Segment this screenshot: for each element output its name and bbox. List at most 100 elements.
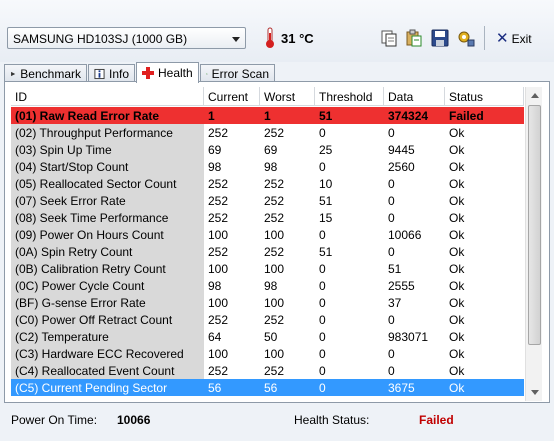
table-row[interactable]: (0C) Power Cycle Count 98 98 0 2555 Ok bbox=[11, 277, 524, 294]
copy-button[interactable] bbox=[379, 28, 399, 48]
header-id[interactable]: ID bbox=[11, 87, 204, 106]
temperature-value: 31 °C bbox=[281, 31, 314, 46]
table-row[interactable]: (C4) Reallocated Event Count 252 252 0 0 Ok bbox=[11, 362, 524, 379]
cell-worst: 252 bbox=[264, 194, 285, 208]
table-row[interactable]: (C3) Hardware ECC Recovered 100 100 0 0 Ok bbox=[11, 345, 524, 362]
cell-worst: 100 bbox=[264, 262, 285, 276]
tab-benchmark[interactable]: Benchmark bbox=[4, 64, 87, 82]
cell-data: 9445 bbox=[388, 143, 415, 157]
cell-threshold: 0 bbox=[319, 296, 326, 310]
cell-current: 98 bbox=[208, 160, 222, 174]
cell-id: (BF) G-sense Error Rate bbox=[11, 294, 204, 311]
header-data[interactable]: Data bbox=[384, 87, 445, 106]
cell-current: 98 bbox=[208, 279, 222, 293]
cell-data: 0 bbox=[388, 211, 395, 225]
cell-id: (C0) Power Off Retract Count bbox=[11, 311, 204, 328]
table-row[interactable]: (C5) Current Pending Sector 56 56 0 3675 Ok bbox=[11, 379, 524, 396]
cell-status: Ok bbox=[449, 330, 465, 344]
tab-error-scan[interactable]: Error Scan bbox=[200, 64, 275, 82]
cell-worst: 56 bbox=[260, 379, 315, 396]
cell-data: 0 bbox=[388, 347, 395, 361]
table-row[interactable]: (07) Seek Error Rate 252 252 51 0 Ok bbox=[11, 192, 524, 209]
table-row[interactable]: (09) Power On Hours Count 100 100 0 10066 Ok bbox=[11, 226, 524, 243]
cell-worst: 100 bbox=[264, 296, 285, 310]
cell-threshold: 51 bbox=[319, 245, 333, 259]
cell-data: 2555 bbox=[388, 279, 415, 293]
table-row[interactable]: (0A) Spin Retry Count 252 252 51 0 Ok bbox=[11, 243, 524, 260]
table-row[interactable]: (BF) G-sense Error Rate 100 100 0 37 Ok bbox=[11, 294, 524, 311]
cell-data: 2560 bbox=[388, 160, 415, 174]
scroll-up-button[interactable] bbox=[526, 87, 543, 104]
cell-id: (C4) Reallocated Event Count bbox=[11, 362, 204, 379]
copy-icon bbox=[381, 30, 397, 47]
tab-info[interactable]: Info bbox=[88, 64, 135, 82]
cell-status: Ok bbox=[449, 364, 465, 378]
cell-worst: 98 bbox=[264, 160, 278, 174]
cell-status: Ok bbox=[449, 262, 465, 276]
cell-id: (0A) Spin Retry Count bbox=[11, 243, 204, 260]
cell-status: Ok bbox=[449, 194, 465, 208]
cell-current: 100 bbox=[208, 296, 229, 310]
cell-status: Ok bbox=[449, 211, 465, 225]
drive-select[interactable]: SAMSUNG HD103SJ (1000 GB) bbox=[7, 27, 246, 49]
cell-current: 56 bbox=[204, 379, 260, 396]
tab-error-scan-label: Error Scan bbox=[211, 66, 269, 81]
cell-id: (C5) Current Pending Sector bbox=[11, 379, 204, 396]
cell-current: 252 bbox=[208, 194, 229, 208]
header-threshold[interactable]: Threshold bbox=[315, 87, 384, 106]
table-row[interactable]: (05) Reallocated Sector Count 252 252 10 0 Ok bbox=[11, 175, 524, 192]
cell-threshold: 0 bbox=[319, 279, 326, 293]
cell-worst: 252 bbox=[264, 211, 285, 225]
scroll-down-button[interactable] bbox=[526, 384, 543, 401]
cell-data: 3675 bbox=[384, 379, 445, 396]
table-row[interactable]: (C2) Temperature 64 50 0 983071 Ok bbox=[11, 328, 524, 345]
info-icon bbox=[94, 68, 105, 79]
scroll-thumb[interactable] bbox=[528, 105, 541, 345]
cell-threshold: 0 bbox=[319, 347, 326, 361]
cell-status: Ok bbox=[449, 279, 465, 293]
cell-data: 10066 bbox=[388, 228, 422, 242]
cell-worst: 69 bbox=[264, 143, 278, 157]
smart-table[interactable]: ID Current Worst Threshold Data Status (… bbox=[11, 87, 524, 401]
table-header: ID Current Worst Threshold Data Status bbox=[11, 87, 524, 106]
status-bar: Power On Time: 10066 Health Status: Fail… bbox=[0, 403, 554, 441]
table-row[interactable]: (01) Raw Read Error Rate 1 1 51 374324 Failed bbox=[11, 107, 524, 124]
table-row[interactable]: (C0) Power Off Retract Count 252 252 0 0 Ok bbox=[11, 311, 524, 328]
chevron-down-icon bbox=[232, 37, 240, 42]
vertical-scrollbar[interactable] bbox=[525, 87, 542, 401]
power-on-value: 10066 bbox=[117, 413, 151, 427]
arrow-down-icon bbox=[530, 390, 539, 395]
cell-id: (02) Throughput Performance bbox=[11, 124, 204, 141]
header-current[interactable]: Current bbox=[204, 87, 260, 106]
table-row[interactable]: (04) Start/Stop Count 98 98 0 2560 Ok bbox=[11, 158, 524, 175]
table-row[interactable]: (08) Seek Time Performance 252 252 15 0 Ok bbox=[11, 209, 524, 226]
options-button[interactable] bbox=[456, 28, 476, 48]
cell-worst: 252 bbox=[264, 126, 285, 140]
cell-threshold: 25 bbox=[319, 143, 333, 157]
cell-id: (09) Power On Hours Count bbox=[11, 226, 204, 243]
paste-button[interactable] bbox=[404, 28, 424, 48]
tab-health[interactable]: Health bbox=[136, 62, 199, 83]
table-row[interactable]: (0B) Calibration Retry Count 100 100 0 51 Ok bbox=[11, 260, 524, 277]
options-icon bbox=[458, 31, 475, 47]
cell-current: 252 bbox=[208, 211, 229, 225]
health-status-label: Health Status: bbox=[294, 413, 370, 427]
cell-id: (C2) Temperature bbox=[11, 328, 204, 345]
exit-button[interactable]: ✕ Exit bbox=[496, 29, 532, 49]
tab-benchmark-label: Benchmark bbox=[20, 66, 81, 81]
cell-threshold: 0 bbox=[315, 379, 384, 396]
cell-threshold: 51 bbox=[319, 194, 333, 208]
cell-status: Ok bbox=[449, 313, 465, 327]
cell-id: (0B) Calibration Retry Count bbox=[11, 260, 204, 277]
cell-threshold: 10 bbox=[319, 177, 333, 191]
save-button[interactable] bbox=[430, 28, 450, 48]
header-worst[interactable]: Worst bbox=[260, 87, 315, 106]
cell-current: 252 bbox=[208, 364, 229, 378]
cell-status: Ok bbox=[445, 379, 524, 396]
table-row[interactable]: (03) Spin Up Time 69 69 25 9445 Ok bbox=[11, 141, 524, 158]
cell-current: 64 bbox=[208, 330, 222, 344]
header-status[interactable]: Status bbox=[445, 87, 524, 106]
cell-worst: 100 bbox=[264, 228, 285, 242]
cell-threshold: 0 bbox=[319, 262, 326, 276]
table-row[interactable]: (02) Throughput Performance 252 252 0 0 Ok bbox=[11, 124, 524, 141]
